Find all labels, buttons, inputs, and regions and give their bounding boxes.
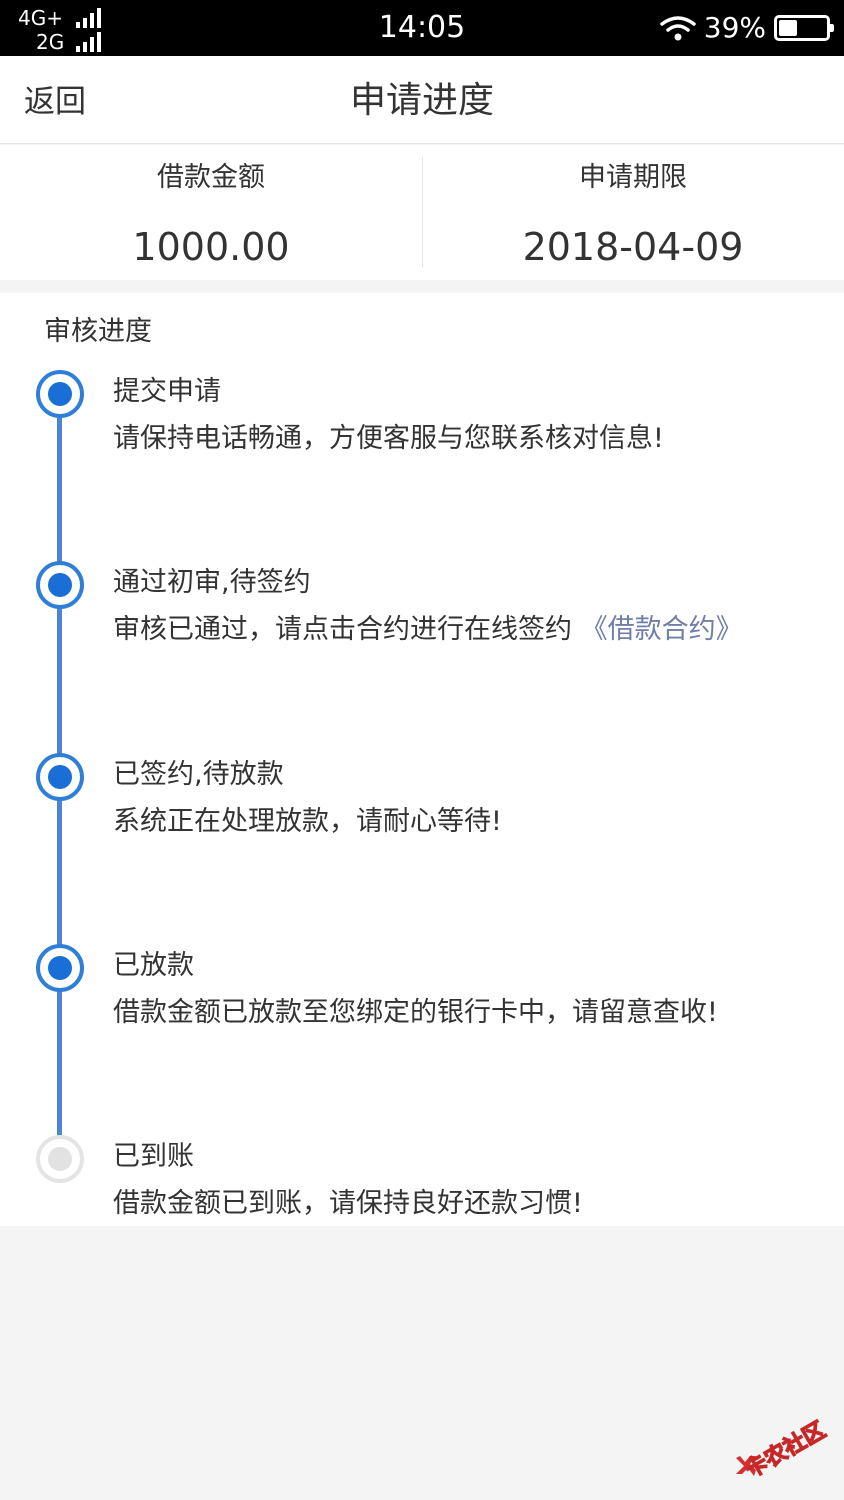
- loan-amount-label: 借款金额: [157, 162, 265, 193]
- step-active-icon: [36, 944, 84, 992]
- status-right: 39%: [660, 10, 834, 46]
- battery-percent: 39%: [703, 11, 766, 44]
- progress-step: 提交申请 请保持电话畅通，方便客服与您联系核对信息!: [0, 293, 844, 454]
- loan-summary: 借款金额 1000.00 申请期限 2018-04-09: [0, 145, 844, 280]
- progress-step: 已放款 借款金额已放款至您绑定的银行卡中，请留意查收!: [0, 867, 844, 1028]
- progress-step: 已签约,待放款 系统正在处理放款，请耐心等待!: [0, 676, 844, 837]
- watermark-text: 卡农社区: [741, 1417, 831, 1484]
- loan-term-block: 申请期限 2018-04-09: [422, 145, 844, 280]
- step-description: 系统正在处理放款，请耐心等待!: [113, 806, 502, 837]
- step-description: 借款金额已放款至您绑定的银行卡中，请留意查收!: [113, 997, 718, 1028]
- loan-amount-value: 1000.00: [132, 225, 290, 269]
- review-progress: 审核进度 提交申请 请保持电话畅通，方便客服与您联系核对信息! 通过初审,待签约…: [0, 293, 844, 1226]
- battery-icon: [774, 15, 834, 41]
- step-title: 已放款: [113, 950, 194, 981]
- step-active-icon: [36, 753, 84, 801]
- progress-step: 已到账 借款金额已到账，请保持良好还款习惯!: [0, 1058, 844, 1219]
- step-title: 通过初审,待签约: [113, 567, 311, 598]
- step-title: 提交申请: [113, 376, 221, 407]
- wifi-icon: [660, 16, 696, 41]
- progress-step: 通过初审,待签约 审核已通过，请点击合约进行在线签约 《借款合约》: [0, 484, 844, 645]
- step-description-text: 审核已通过，请点击合约进行在线签约: [113, 614, 572, 645]
- step-title: 已签约,待放款: [113, 759, 284, 790]
- loan-term-value: 2018-04-09: [522, 225, 744, 269]
- step-active-icon: [36, 561, 84, 609]
- step-inactive-icon: [36, 1135, 84, 1183]
- loan-term-label: 申请期限: [579, 162, 687, 193]
- loan-contract-link[interactable]: 《借款合约》: [581, 614, 743, 645]
- step-description: 借款金额已到账，请保持良好还款习惯!: [113, 1188, 583, 1219]
- step-description: 请保持电话畅通，方便客服与您联系核对信息!: [113, 423, 664, 454]
- step-active-icon: [36, 370, 84, 418]
- page-title: 申请进度: [349, 80, 494, 121]
- loan-amount-block: 借款金额 1000.00: [0, 145, 422, 280]
- step-title: 已到账: [113, 1141, 194, 1172]
- status-bar: 4G+ 2G 14:05 39%: [0, 0, 844, 56]
- nav-header: 返回 申请进度: [0, 56, 844, 144]
- watermark: 卡农社区: [734, 1417, 834, 1484]
- battery-fill: [779, 20, 797, 36]
- step-description: 审核已通过，请点击合约进行在线签约 《借款合约》: [113, 613, 743, 647]
